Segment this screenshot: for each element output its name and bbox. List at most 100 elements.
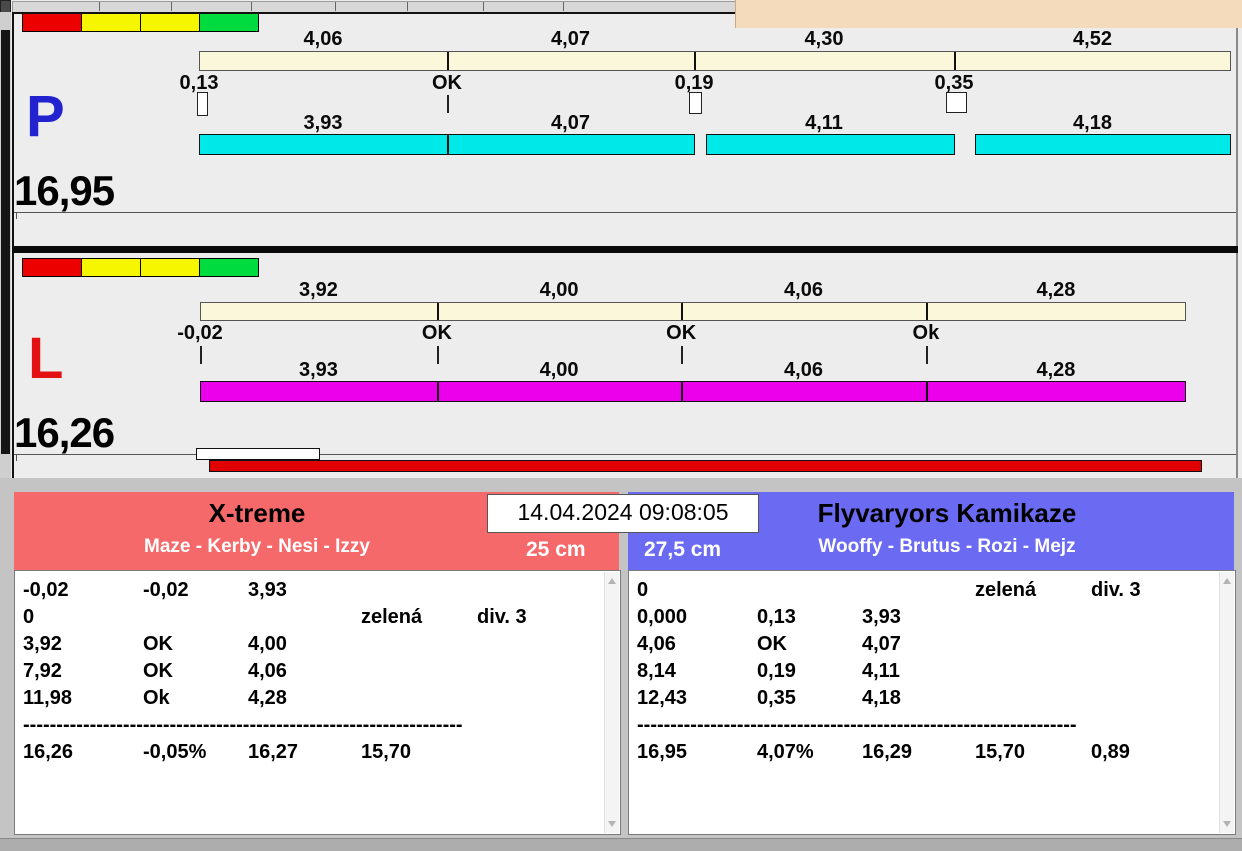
results-total-cell: 4,07% (757, 741, 814, 763)
traffic-light-cell (199, 13, 259, 32)
lane-total: 16,95 (14, 167, 115, 214)
timestamp-box: 14.04.2024 09:08:05 (487, 494, 759, 533)
split-bar-segment (975, 134, 1231, 155)
results-panel-right: 0 zelená div. 3 0,000 0,13 3,93 4,06 OK 4,07 8,14… (628, 570, 1236, 835)
results-cell: zelená (361, 606, 423, 628)
scoreboard-bottom-strip (0, 838, 1242, 851)
results-total-cell: 15,70 (975, 741, 1026, 763)
split-time-label: 4,06 (784, 359, 823, 381)
split-time-label: 4,28 (1036, 279, 1076, 301)
split-bar-segment (706, 134, 955, 155)
split-bar-bottom (199, 134, 1231, 155)
traffic-light-cell (140, 13, 200, 32)
split-bar-divider (694, 52, 696, 70)
left-scrollbar[interactable] (0, 12, 11, 478)
toolbar-tick (171, 2, 172, 11)
split-bar-divider (681, 381, 683, 402)
results-total-cell: -0,05% (143, 741, 207, 763)
section-divider (12, 246, 1238, 253)
traffic-light-cell (22, 13, 82, 32)
lane-underline-tick (16, 213, 17, 219)
results-total-cell: 16,29 (862, 741, 913, 763)
results-cell: -0,02 (143, 579, 189, 601)
results-cell: 11,98 (23, 687, 72, 709)
split-checkbox[interactable] (197, 92, 208, 116)
scroll-up-icon[interactable] (1223, 578, 1231, 584)
lane-l-label: L (28, 326, 64, 391)
scroll-down-icon[interactable] (1223, 821, 1231, 827)
split-time-label: 4,11 (805, 112, 843, 134)
split-checkbox[interactable] (946, 92, 967, 113)
results-cell: 0,13 (757, 606, 796, 628)
lane-underline-tick (16, 455, 17, 461)
lane-p-label: P (26, 84, 65, 149)
results-cell: 4,07 (862, 633, 901, 655)
results-separator: ----------------------------------------… (637, 714, 1077, 736)
toolbar-tick (335, 2, 336, 11)
split-bar-top (200, 302, 1186, 321)
split-time-label: 4,06 (303, 28, 343, 50)
results-total-cell: 16,26 (23, 741, 74, 763)
timestamp: 14.04.2024 09:08:05 (517, 499, 729, 525)
results-cell: 4,06 (637, 633, 676, 655)
split-bar-divider (447, 52, 449, 70)
results-panel-left: -0,02 -0,02 3,93 0 zelená div. 3 3,92 OK 4,00 7,9… (14, 570, 621, 835)
split-time-label: 4,28 (1036, 359, 1076, 381)
scroll-down-icon[interactable] (608, 821, 616, 827)
split-checkbox[interactable] (689, 92, 702, 114)
split-time-label: 4,00 (539, 359, 579, 381)
interval-mark-label: OK (666, 322, 697, 344)
background-window-peach (735, 0, 1242, 28)
split-time-label: 4,52 (1073, 28, 1112, 50)
results-cell: 4,06 (248, 660, 287, 682)
traffic-light-strip (22, 13, 260, 32)
results-cell: 3,92 (23, 633, 62, 655)
results-cell: OK (143, 660, 173, 682)
scroll-up-icon[interactable] (608, 578, 616, 584)
split-bar-divider (437, 381, 439, 402)
results-cell: 0 (637, 579, 649, 601)
results-cell: 0 (23, 606, 35, 628)
split-tick (926, 346, 928, 364)
traffic-light-cell (22, 258, 82, 277)
toolbar-tick (407, 2, 408, 11)
results-cell: 12,43 (637, 687, 688, 709)
team-height: 25 cm (526, 538, 586, 561)
split-tick (437, 346, 439, 364)
toolbar-tick (563, 2, 564, 11)
results-cell: 3,93 (862, 606, 901, 628)
app-window: X-treme Maze - Kerby - Nesi - Izzy 25 cm… (0, 0, 1242, 851)
interval-mark-label: Ok (912, 322, 940, 344)
left-scrollbar-thumb[interactable] (1, 30, 10, 454)
results-cell: div. 3 (1091, 579, 1141, 601)
results-cell: div. 3 (477, 606, 527, 628)
interval-mark-label: OK (431, 72, 462, 94)
split-time-label: 4,07 (551, 28, 590, 50)
panel-scrollbar[interactable] (1219, 572, 1234, 833)
split-time-label: 4,07 (551, 112, 590, 134)
results-total-cell: 0,89 (1091, 741, 1130, 763)
team-dogs: Maze - Kerby - Nesi - Izzy (144, 536, 370, 557)
split-time-label: 4,18 (1073, 112, 1112, 134)
panel-scrollbar[interactable] (604, 572, 619, 833)
frame-border-left (12, 12, 14, 478)
split-tick (447, 95, 449, 113)
split-bar-divider (954, 52, 956, 70)
split-time-label: 4,30 (804, 28, 844, 50)
team-name: X-treme (208, 498, 306, 528)
results-cell: 7,92 (23, 660, 62, 682)
team-dogs: Wooffy - Brutus - Rozi - Mejz (818, 536, 1076, 557)
split-time-label: 3,93 (303, 112, 343, 134)
results-cell: OK (757, 633, 787, 655)
results-cell: 0,000 (637, 606, 688, 628)
results-cell: 4,00 (248, 633, 287, 655)
split-bar-top (199, 51, 1231, 71)
split-bar-divider (447, 134, 449, 155)
split-bar-segment (200, 381, 1186, 402)
traffic-light-strip (22, 258, 260, 277)
toolbar-tick (483, 2, 484, 11)
results-cell: 4,11 (862, 660, 900, 682)
split-time-label: 3,93 (298, 359, 338, 381)
results-total-cell: 15,70 (361, 741, 412, 763)
frame-border-right (1236, 12, 1238, 478)
